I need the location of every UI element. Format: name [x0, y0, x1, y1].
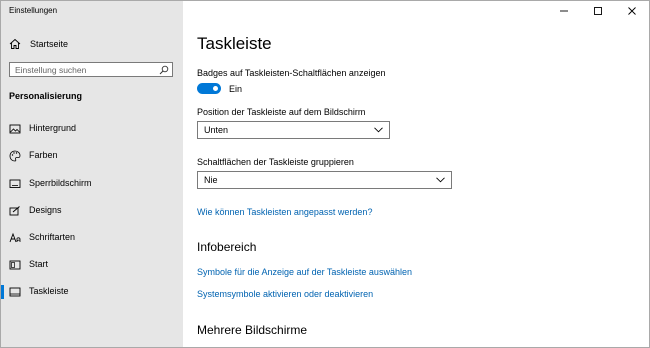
section-title: Personalisierung: [9, 91, 83, 101]
window-title: Einstellungen: [9, 6, 58, 15]
group-value: Nie: [204, 175, 218, 185]
palette-icon: [9, 150, 21, 162]
select-taskbar-icons-link[interactable]: Symbole für die Anzeige auf der Taskleis…: [197, 267, 412, 277]
position-value: Unten: [204, 125, 229, 135]
home-icon: [9, 38, 21, 49]
position-label: Position der Taskleiste auf dem Bildschi…: [197, 107, 366, 117]
sidebar-item-label: Sperrbildschirm: [29, 178, 92, 188]
infobereich-heading: Infobereich: [197, 240, 257, 254]
page-title: Taskleiste: [197, 34, 272, 53]
group-label: Schaltflächen der Taskleiste gruppieren: [197, 157, 354, 167]
position-dropdown[interactable]: Unten: [197, 121, 390, 139]
sidebar-item-sperrbildschirm[interactable]: Sperrbildschirm: [1, 175, 183, 193]
group-dropdown[interactable]: Nie: [197, 171, 452, 189]
main-content: Taskleiste Badges auf Taskleisten-Schalt…: [183, 1, 649, 347]
lock-screen-icon: [9, 179, 21, 188]
badges-toggle-state: Ein: [229, 84, 243, 94]
font-icon: [9, 232, 21, 243]
badges-toggle[interactable]: [197, 83, 221, 94]
home-label: Startseite: [30, 39, 69, 49]
customize-taskbar-link[interactable]: Wie können Taskleisten angepasst werden?: [197, 207, 372, 217]
sidebar-item-farben[interactable]: Farben: [1, 147, 183, 165]
selection-indicator: [1, 285, 4, 299]
sidebar-item-schriftarten[interactable]: Schriftarten: [1, 229, 183, 247]
settings-window: Einstellungen Startseite Einstellung suc…: [0, 0, 650, 348]
sidebar-item-start[interactable]: Start: [1, 256, 183, 274]
sidebar-item-label: Farben: [29, 150, 58, 160]
search-input[interactable]: Einstellung suchen: [9, 62, 173, 77]
sidebar-item-label: Designs: [29, 205, 62, 215]
sidebar-item-label: Hintergrund: [29, 123, 77, 133]
start-icon: [9, 260, 21, 270]
system-icons-link[interactable]: Systemsymbole aktivieren oder deaktivier…: [197, 289, 373, 299]
chevron-down-icon: [374, 127, 383, 133]
search-icon[interactable]: [159, 65, 169, 75]
sidebar-item-label: Start: [29, 259, 49, 269]
sidebar-item-label: Schriftarten: [29, 232, 76, 242]
designs-icon: [9, 206, 20, 216]
sidebar-item-label: Taskleiste: [29, 286, 69, 296]
taskbar-icon: [9, 287, 21, 297]
search-placeholder: Einstellung suchen: [15, 65, 87, 75]
toggle-knob: [213, 86, 218, 91]
sidebar-item-taskleiste[interactable]: Taskleiste: [1, 283, 183, 301]
badges-label: Badges auf Taskleisten-Schaltflächen anz…: [197, 68, 386, 78]
sidebar: Einstellungen Startseite Einstellung suc…: [1, 1, 183, 347]
chevron-down-icon: [436, 177, 445, 183]
picture-icon: [9, 124, 21, 134]
sidebar-item-designs[interactable]: Designs: [1, 202, 183, 220]
multi-monitor-heading: Mehrere Bildschirme: [197, 323, 308, 337]
home-nav-item[interactable]: Startseite: [9, 37, 68, 51]
sidebar-item-hintergrund[interactable]: Hintergrund: [1, 120, 183, 138]
